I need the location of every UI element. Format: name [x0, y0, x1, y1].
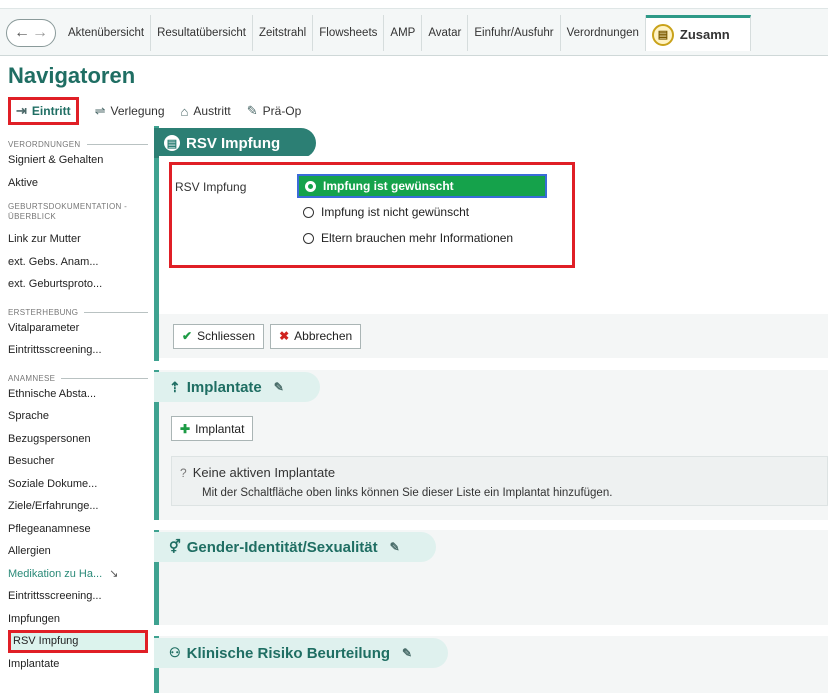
activity-tab-bar: ← → Aktenübersicht Resultatübersicht Zei…	[0, 8, 828, 56]
verlegung-label: Verlegung	[110, 104, 165, 118]
sidebar-item-sprache[interactable]: Sprache	[8, 405, 148, 428]
sidebar-item-ethnische-abstammung[interactable]: Ethnische Absta...	[8, 383, 148, 406]
risk-section-title: Klinische Risiko Beurteilung	[186, 644, 391, 662]
link-icon: ↘	[109, 567, 119, 580]
home-icon: ⌂	[180, 103, 189, 119]
gender-icon: ⚥	[169, 539, 181, 554]
risk-panel: ⚇ Klinische Risiko Beurteilung ✎	[154, 636, 828, 693]
sidebar-item-rsv-impfung[interactable]: RSV Impfung	[8, 630, 148, 653]
gender-panel: ⚥ Gender-Identität/Sexualität ✎	[154, 530, 828, 625]
plus-icon: ✚	[180, 421, 191, 436]
praeop-label: Prä-Op	[262, 104, 302, 118]
sidebar-heading-label: Verordnungen	[8, 140, 81, 149]
back-forward-button[interactable]: ← →	[6, 19, 56, 47]
sidebar-item-pflegeanamnese[interactable]: Pflegeanamnese	[8, 518, 148, 541]
tab-flowsheets[interactable]: Flowsheets	[313, 15, 385, 51]
sidebar-heading-anamnese: Anamnese	[8, 368, 148, 383]
eintritt-label: Eintritt	[31, 104, 71, 118]
tab-einfuhr-ausfuhr[interactable]: Einfuhr/Ausfuhr	[468, 15, 561, 51]
sidebar-item-bezugspersonen[interactable]: Bezugspersonen	[8, 428, 148, 451]
sidebar-item-soziale-dokumentation[interactable]: Soziale Dokume...	[8, 473, 148, 496]
abbrechen-button[interactable]: ✖ Abbrechen	[270, 323, 362, 349]
abbrechen-label: Abbrechen	[294, 329, 353, 343]
sidebar-item-ext-gebs-anam[interactable]: ext. Gebs. Anam...	[8, 251, 148, 274]
edit-icon[interactable]: ✎	[274, 380, 284, 394]
sidebar-item-eintrittsscreening[interactable]: Eintrittsscreening...	[8, 339, 148, 362]
sidebar-heading-verordnungen: Verordnungen	[8, 134, 148, 149]
bed-icon: ⇌	[94, 103, 106, 118]
sidebar-item-ziele-erfahrungen[interactable]: Ziele/Erfahrunge...	[8, 495, 148, 518]
tab-list: Aktenübersicht Resultatübersicht Zeitstr…	[62, 15, 751, 51]
schliessen-label: Schliessen	[197, 329, 256, 343]
sidebar-item-vitalparameter[interactable]: Vitalparameter	[8, 317, 148, 340]
implant-icon: ⇡	[169, 378, 181, 395]
sidebar-item-medikation[interactable]: Medikation zu Ha... ↘	[8, 563, 148, 586]
sidebar-item-ext-geburtsproto[interactable]: ext. Geburtsproto...	[8, 273, 148, 296]
rsv-button-row: ✔ Schliessen ✖ Abbrechen	[159, 314, 828, 358]
rsv-section-header: ▤ RSV Impfung	[154, 128, 317, 158]
navigator-actions: ⇥ Eintritt ⇌ Verlegung ⌂ Austritt ✎ Prä-…	[8, 97, 302, 125]
navigator-sidebar: Verordnungen Signiert & Gehalten Aktive …	[8, 134, 148, 693]
austritt-button[interactable]: ⌂ Austritt	[181, 104, 231, 119]
help-icon: ?	[180, 465, 187, 480]
tab-zusammenfassung-label: Zusamn	[679, 27, 730, 42]
empty-state-title-text: Keine aktiven Implantate	[192, 465, 336, 480]
document-icon: ▤	[164, 135, 180, 151]
risk-section-header: ⚇ Klinische Risiko Beurteilung ✎	[154, 638, 449, 668]
rsv-section-title: RSV Impfung	[186, 134, 281, 152]
sidebar-heading-ersterhebung: Ersterhebung	[8, 302, 148, 317]
eintritt-button[interactable]: ⇥ Eintritt	[8, 97, 79, 125]
navigator-title: Navigatoren	[8, 63, 136, 88]
arrow-left-icon: ←	[14, 24, 30, 41]
austritt-label: Austritt	[193, 104, 231, 118]
implantate-panel: ⇡ Implantate ✎ ✚ Implantat ? Keine aktiv…	[154, 370, 828, 520]
edit-icon[interactable]: ✎	[390, 540, 400, 554]
app-window: ← → Aktenübersicht Resultatübersicht Zei…	[0, 0, 828, 693]
divider	[86, 144, 148, 145]
sidebar-item-eintrittsscreening-2[interactable]: Eintrittsscreening...	[8, 585, 148, 608]
sidebar-item-impfungen[interactable]: Impfungen	[8, 608, 148, 631]
edit-icon[interactable]: ✎	[402, 646, 412, 660]
implantate-section-title: Implantate	[186, 378, 262, 396]
tab-zeitstrahl[interactable]: Zeitstrahl	[253, 15, 314, 51]
navigator-content: ▤ RSV Impfung RSV Impfung Impfung ist ge…	[154, 126, 828, 693]
clipboard-icon: ▤	[651, 23, 674, 46]
scalpel-icon: ✎	[246, 103, 258, 118]
check-icon: ✔	[182, 329, 193, 343]
gender-section-title: Gender-Identität/Sexualität	[186, 538, 378, 556]
divider	[61, 377, 148, 379]
sidebar-item-implantate[interactable]: Implantate	[8, 653, 148, 676]
close-icon: ✖	[279, 329, 290, 343]
empty-state-text: Mit der Schaltfläche oben links können S…	[202, 487, 613, 499]
tab-avatar[interactable]: Avatar	[422, 15, 469, 51]
sidebar-item-medikation-label: Medikation zu Ha...	[8, 567, 103, 580]
people-icon: ⚇	[169, 645, 181, 660]
tab-resultatuebersicht[interactable]: Resultatübersicht	[151, 15, 253, 51]
sidebar-heading-label: Anamnese	[8, 373, 56, 383]
sidebar-heading-label: Ersterhebung	[8, 307, 79, 317]
verlegung-button[interactable]: ⇌ Verlegung	[95, 103, 165, 119]
tab-verordnungen[interactable]: Verordnungen	[561, 15, 646, 51]
sidebar-item-aktive[interactable]: Aktive	[8, 172, 148, 195]
sidebar-item-allergien[interactable]: Allergien	[8, 540, 148, 563]
arrow-right-icon: →	[32, 24, 48, 41]
praeop-button[interactable]: ✎ Prä-Op	[247, 103, 302, 119]
add-implantat-button[interactable]: ✚ Implantat	[171, 416, 254, 441]
empty-state-box: ? Keine aktiven Implantate Mit der Schal…	[171, 456, 828, 506]
tab-amp[interactable]: AMP	[384, 15, 423, 51]
tab-aktenuebersicht[interactable]: Aktenübersicht	[62, 15, 152, 51]
sidebar-item-signiert-gehalten[interactable]: Signiert & Gehalten	[8, 149, 148, 172]
gender-section-header: ⚥ Gender-Identität/Sexualität ✎	[154, 532, 436, 562]
sidebar-item-link-mutter[interactable]: Link zur Mutter	[8, 228, 148, 251]
tab-zusammenfassung[interactable]: ▤ Zusamn	[645, 15, 751, 51]
enter-icon: ⇥	[16, 103, 27, 118]
sidebar-heading-geburtsdokumentation: Geburtsdokumentation - Überblick	[8, 202, 128, 221]
empty-state-title: ? Keine aktiven Implantate	[180, 465, 335, 480]
add-implantat-label: Implantat	[195, 421, 245, 436]
highlight-box	[169, 162, 575, 268]
sidebar-item-besucher[interactable]: Besucher	[8, 450, 148, 473]
schliessen-button[interactable]: ✔ Schliessen	[173, 323, 265, 349]
implantate-section-header: ⇡ Implantate ✎	[154, 372, 320, 402]
divider	[84, 311, 148, 313]
